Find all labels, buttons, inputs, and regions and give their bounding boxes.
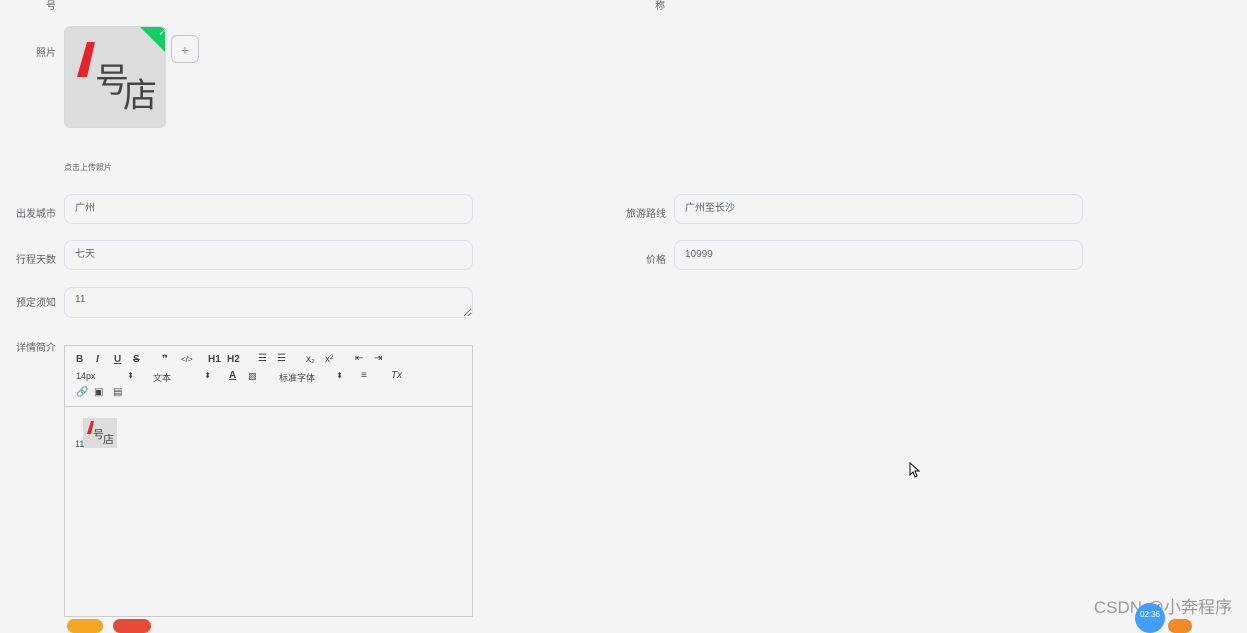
editor-text: 11: [75, 439, 85, 449]
select-arrow-icon: ⬍: [336, 371, 343, 380]
text-type-select[interactable]: 文本 ⬍: [153, 371, 211, 384]
booking-notes-textarea[interactable]: [64, 287, 473, 318]
link-icon[interactable]: 🔗: [76, 387, 88, 399]
photo-thumbnail[interactable]: 号 店 ✓: [64, 26, 166, 128]
font-family-select[interactable]: 标准字体 ⬍: [279, 371, 343, 384]
cancel-button[interactable]: [113, 619, 151, 633]
blockquote-button[interactable]: ❞: [162, 354, 168, 366]
floating-button[interactable]: [1168, 619, 1192, 633]
svg-text:店: 店: [123, 76, 157, 116]
departure-city-input[interactable]: 广州: [64, 194, 473, 224]
subscript-button[interactable]: x₂: [306, 354, 315, 366]
submit-button[interactable]: [67, 619, 103, 633]
h2-button[interactable]: H2: [227, 354, 240, 366]
upload-hint[interactable]: 点击上传照片: [64, 162, 112, 173]
indent-icon[interactable]: ⇥: [374, 353, 382, 365]
underline-button[interactable]: U: [114, 354, 121, 366]
photo-label: 照片: [36, 48, 56, 59]
text-color-icon[interactable]: A: [229, 370, 236, 382]
bold-button[interactable]: B: [76, 354, 83, 366]
details-label: 详情简介: [16, 343, 56, 354]
rich-text-editor[interactable]: B I U S ❞ </> H1 H2 ☰ ☰ x₂ x² ⇤ ⇥ 14px ⬍ …: [64, 345, 473, 617]
superscript-button[interactable]: x²: [325, 354, 333, 366]
code-block-button[interactable]: </>: [181, 354, 193, 366]
image-icon[interactable]: ▣: [94, 387, 103, 399]
travel-route-label: 旅游路线: [626, 209, 666, 220]
top-left-label: 号: [46, 1, 56, 12]
strike-button[interactable]: S: [133, 354, 140, 366]
inline-logo-image: 号 店: [83, 418, 117, 448]
departure-city-label: 出发城市: [16, 209, 56, 220]
travel-route-input[interactable]: 广州至长沙: [674, 194, 1083, 224]
editor-content[interactable]: 号 店 11: [65, 407, 472, 616]
trip-days-input[interactable]: 七天: [64, 240, 473, 270]
font-size-select[interactable]: 14px ⬍: [76, 371, 134, 381]
italic-button[interactable]: I: [96, 354, 99, 366]
clear-format-icon[interactable]: Tx: [391, 370, 402, 382]
add-photo-button[interactable]: +: [171, 35, 199, 63]
bullet-list-icon[interactable]: ☰: [277, 353, 286, 365]
h1-button[interactable]: H1: [208, 354, 221, 366]
editor-toolbar: B I U S ❞ </> H1 H2 ☰ ☰ x₂ x² ⇤ ⇥ 14px ⬍ …: [65, 346, 472, 407]
background-color-icon[interactable]: ▨: [248, 370, 257, 382]
trip-days-label: 行程天数: [16, 255, 56, 266]
align-icon[interactable]: ≡: [361, 370, 367, 382]
select-arrow-icon: ⬍: [204, 371, 211, 380]
price-input[interactable]: 10999: [674, 240, 1083, 270]
price-label: 价格: [646, 255, 666, 266]
svg-text:店: 店: [103, 432, 114, 446]
select-arrow-icon: ⬍: [127, 371, 134, 380]
outdent-icon[interactable]: ⇤: [355, 353, 363, 365]
store-logo-image: 号 店: [65, 27, 165, 127]
top-right-label: 称: [655, 1, 665, 12]
video-icon[interactable]: ▤: [113, 387, 122, 399]
timer-badge: 02:36: [1135, 603, 1165, 633]
booking-notes-label: 预定须知: [16, 298, 56, 309]
ordered-list-icon[interactable]: ☰: [258, 353, 267, 365]
mouse-cursor-icon: [909, 462, 920, 478]
